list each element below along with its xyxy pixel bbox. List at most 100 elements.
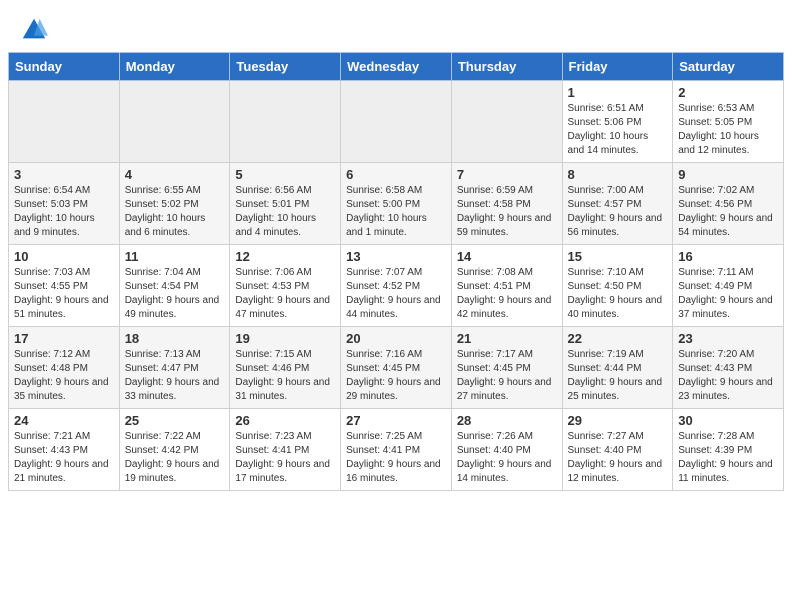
day-number: 13 — [346, 249, 446, 264]
calendar-cell: 9 Sunrise: 7:02 AM Sunset: 4:56 PM Daylig… — [673, 163, 784, 245]
calendar-cell: 5 Sunrise: 6:56 AM Sunset: 5:01 PM Daylig… — [230, 163, 341, 245]
day-info: Sunrise: 7:28 AM Sunset: 4:39 PM Dayligh… — [678, 430, 778, 486]
calendar-cell: 18 Sunrise: 7:13 AM Sunset: 4:47 PM Dayli… — [119, 327, 230, 409]
day-number: 19 — [235, 331, 335, 346]
calendar-cell — [230, 81, 341, 163]
logo-icon — [20, 16, 48, 44]
day-number: 3 — [14, 167, 114, 182]
day-info: Sunrise: 6:58 AM Sunset: 5:00 PM Dayligh… — [346, 184, 446, 240]
day-info: Sunrise: 6:51 AM Sunset: 5:06 PM Dayligh… — [568, 102, 668, 158]
day-number: 30 — [678, 413, 778, 428]
day-info: Sunrise: 6:55 AM Sunset: 5:02 PM Dayligh… — [125, 184, 225, 240]
calendar-cell: 7Sunrise: 6:59 AM Sunset: 4:58 PM Daylig… — [451, 163, 562, 245]
day-number: 9 — [678, 167, 778, 182]
page-header — [0, 0, 792, 52]
calendar-cell: 29Sunrise: 7:27 AM Sunset: 4:40 PM Dayli… — [562, 409, 673, 491]
day-number: 21 — [457, 331, 557, 346]
calendar-table: SundayMondayTuesdayWednesdayThursdayFrid… — [8, 52, 784, 491]
day-number: 10 — [14, 249, 114, 264]
day-info: Sunrise: 7:02 AM Sunset: 4:56 PM Dayligh… — [678, 184, 778, 240]
weekday-header-wednesday: Wednesday — [341, 53, 452, 81]
day-info: Sunrise: 7:17 AM Sunset: 4:45 PM Dayligh… — [457, 348, 557, 404]
calendar-week-row: 17 Sunrise: 7:12 AM Sunset: 4:48 PM Dayli… — [9, 327, 784, 409]
calendar-wrap: SundayMondayTuesdayWednesdayThursdayFrid… — [0, 52, 792, 491]
weekday-header-sunday: Sunday — [9, 53, 120, 81]
calendar-week-row: 24Sunrise: 7:21 AM Sunset: 4:43 PM Dayli… — [9, 409, 784, 491]
day-info: Sunrise: 7:07 AM Sunset: 4:52 PM Dayligh… — [346, 266, 446, 322]
calendar-week-row: 1 Sunrise: 6:51 AM Sunset: 5:06 PM Daylig… — [9, 81, 784, 163]
calendar-cell: 20Sunrise: 7:16 AM Sunset: 4:45 PM Dayli… — [341, 327, 452, 409]
calendar-cell: 27 Sunrise: 7:25 AM Sunset: 4:41 PM Dayli… — [341, 409, 452, 491]
calendar-cell: 13 Sunrise: 7:07 AM Sunset: 4:52 PM Dayli… — [341, 245, 452, 327]
day-info: Sunrise: 7:22 AM Sunset: 4:42 PM Dayligh… — [125, 430, 225, 486]
calendar-cell: 8 Sunrise: 7:00 AM Sunset: 4:57 PM Daylig… — [562, 163, 673, 245]
day-number: 11 — [125, 249, 225, 264]
calendar-cell: 1 Sunrise: 6:51 AM Sunset: 5:06 PM Daylig… — [562, 81, 673, 163]
day-number: 4 — [125, 167, 225, 182]
day-info: Sunrise: 7:27 AM Sunset: 4:40 PM Dayligh… — [568, 430, 668, 486]
day-number: 1 — [568, 85, 668, 100]
day-info: Sunrise: 6:53 AM Sunset: 5:05 PM Dayligh… — [678, 102, 778, 158]
day-number: 15 — [568, 249, 668, 264]
day-number: 20 — [346, 331, 446, 346]
calendar-cell: 4 Sunrise: 6:55 AM Sunset: 5:02 PM Daylig… — [119, 163, 230, 245]
day-info: Sunrise: 7:06 AM Sunset: 4:53 PM Dayligh… — [235, 266, 335, 322]
day-number: 5 — [235, 167, 335, 182]
day-info: Sunrise: 7:19 AM Sunset: 4:44 PM Dayligh… — [568, 348, 668, 404]
calendar-cell: 22 Sunrise: 7:19 AM Sunset: 4:44 PM Dayli… — [562, 327, 673, 409]
day-info: Sunrise: 7:12 AM Sunset: 4:48 PM Dayligh… — [14, 348, 114, 404]
day-info: Sunrise: 7:23 AM Sunset: 4:41 PM Dayligh… — [235, 430, 335, 486]
day-info: Sunrise: 6:56 AM Sunset: 5:01 PM Dayligh… — [235, 184, 335, 240]
calendar-cell: 21 Sunrise: 7:17 AM Sunset: 4:45 PM Dayli… — [451, 327, 562, 409]
calendar-cell: 23 Sunrise: 7:20 AM Sunset: 4:43 PM Dayli… — [673, 327, 784, 409]
calendar-cell: 30 Sunrise: 7:28 AM Sunset: 4:39 PM Dayli… — [673, 409, 784, 491]
calendar-cell: 3 Sunrise: 6:54 AM Sunset: 5:03 PM Daylig… — [9, 163, 120, 245]
day-number: 28 — [457, 413, 557, 428]
day-info: Sunrise: 7:20 AM Sunset: 4:43 PM Dayligh… — [678, 348, 778, 404]
logo — [20, 16, 50, 44]
day-info: Sunrise: 6:54 AM Sunset: 5:03 PM Dayligh… — [14, 184, 114, 240]
calendar-cell: 10 Sunrise: 7:03 AM Sunset: 4:55 PM Dayli… — [9, 245, 120, 327]
calendar-cell: 14Sunrise: 7:08 AM Sunset: 4:51 PM Dayli… — [451, 245, 562, 327]
calendar-cell: 16Sunrise: 7:11 AM Sunset: 4:49 PM Dayli… — [673, 245, 784, 327]
calendar-cell: 26 Sunrise: 7:23 AM Sunset: 4:41 PM Dayli… — [230, 409, 341, 491]
day-info: Sunrise: 7:08 AM Sunset: 4:51 PM Dayligh… — [457, 266, 557, 322]
weekday-header-monday: Monday — [119, 53, 230, 81]
day-info: Sunrise: 7:25 AM Sunset: 4:41 PM Dayligh… — [346, 430, 446, 486]
day-info: Sunrise: 7:13 AM Sunset: 4:47 PM Dayligh… — [125, 348, 225, 404]
day-number: 25 — [125, 413, 225, 428]
day-number: 16 — [678, 249, 778, 264]
day-number: 2 — [678, 85, 778, 100]
calendar-week-row: 10 Sunrise: 7:03 AM Sunset: 4:55 PM Dayli… — [9, 245, 784, 327]
day-number: 22 — [568, 331, 668, 346]
calendar-cell: 15Sunrise: 7:10 AM Sunset: 4:50 PM Dayli… — [562, 245, 673, 327]
calendar-cell: 25 Sunrise: 7:22 AM Sunset: 4:42 PM Dayli… — [119, 409, 230, 491]
weekday-header-tuesday: Tuesday — [230, 53, 341, 81]
day-number: 8 — [568, 167, 668, 182]
weekday-header-thursday: Thursday — [451, 53, 562, 81]
calendar-cell: 2 Sunrise: 6:53 AM Sunset: 5:05 PM Daylig… — [673, 81, 784, 163]
day-number: 7 — [457, 167, 557, 182]
calendar-cell: 17 Sunrise: 7:12 AM Sunset: 4:48 PM Dayli… — [9, 327, 120, 409]
calendar-week-row: 3 Sunrise: 6:54 AM Sunset: 5:03 PM Daylig… — [9, 163, 784, 245]
day-info: Sunrise: 7:15 AM Sunset: 4:46 PM Dayligh… — [235, 348, 335, 404]
day-number: 18 — [125, 331, 225, 346]
day-info: Sunrise: 7:00 AM Sunset: 4:57 PM Dayligh… — [568, 184, 668, 240]
calendar-cell — [9, 81, 120, 163]
calendar-cell: 6 Sunrise: 6:58 AM Sunset: 5:00 PM Daylig… — [341, 163, 452, 245]
day-number: 17 — [14, 331, 114, 346]
day-info: Sunrise: 7:04 AM Sunset: 4:54 PM Dayligh… — [125, 266, 225, 322]
calendar-cell: 12Sunrise: 7:06 AM Sunset: 4:53 PM Dayli… — [230, 245, 341, 327]
weekday-header-saturday: Saturday — [673, 53, 784, 81]
weekday-header-friday: Friday — [562, 53, 673, 81]
day-number: 23 — [678, 331, 778, 346]
weekday-header-row: SundayMondayTuesdayWednesdayThursdayFrid… — [9, 53, 784, 81]
day-number: 26 — [235, 413, 335, 428]
day-info: Sunrise: 7:03 AM Sunset: 4:55 PM Dayligh… — [14, 266, 114, 322]
day-info: Sunrise: 7:21 AM Sunset: 4:43 PM Dayligh… — [14, 430, 114, 486]
day-info: Sunrise: 7:26 AM Sunset: 4:40 PM Dayligh… — [457, 430, 557, 486]
calendar-cell — [119, 81, 230, 163]
day-number: 6 — [346, 167, 446, 182]
calendar-cell — [341, 81, 452, 163]
day-number: 27 — [346, 413, 446, 428]
